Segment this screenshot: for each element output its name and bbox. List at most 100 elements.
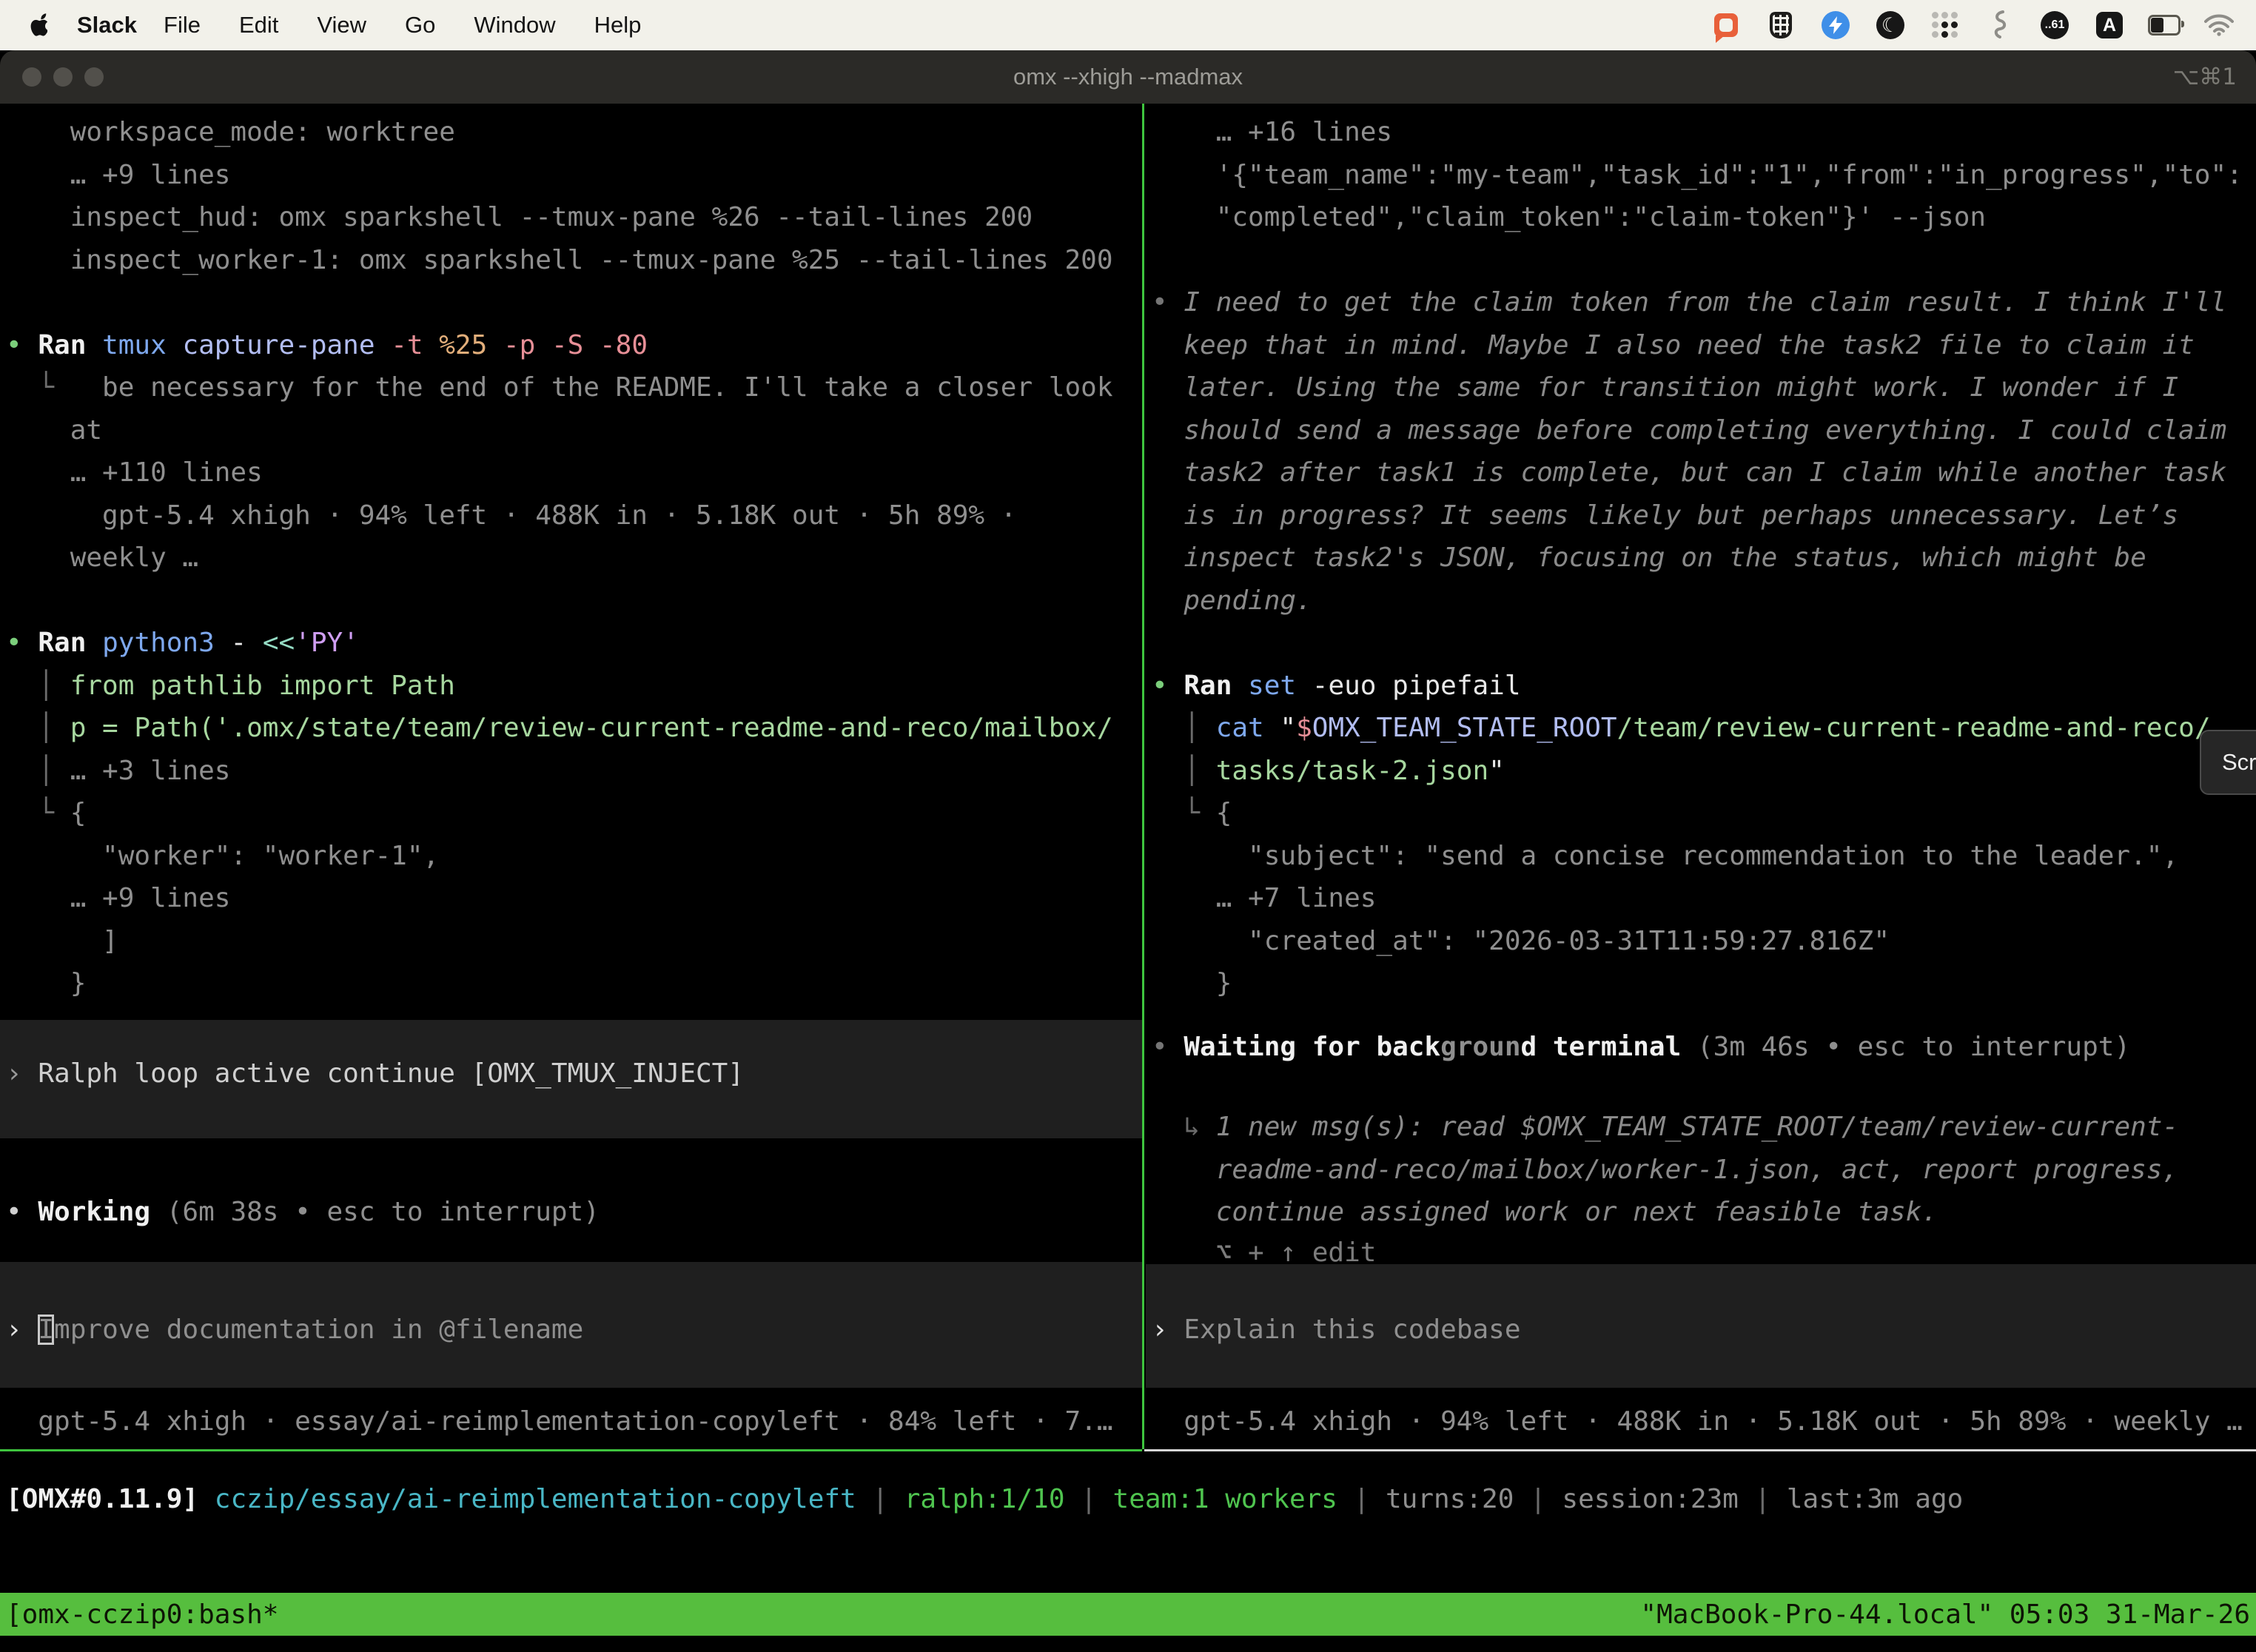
text-segment: ›	[1152, 1314, 1184, 1345]
wifi-icon[interactable]	[2203, 9, 2235, 41]
text-segment: }	[1152, 968, 1232, 998]
text-segment: Ran	[38, 330, 102, 360]
text-segment: OMX_TEAM_STATE_ROOT	[1312, 713, 1617, 743]
terminal-line: }	[6, 967, 86, 1001]
text-segment: •	[1152, 1032, 1184, 1062]
text-segment: pending.	[1152, 585, 1312, 616]
terminal-line: [OMX#0.11.9] cczip/essay/ai-reimplementa…	[6, 1483, 1963, 1517]
terminal-line: • I need to get the claim token from the…	[1152, 286, 2226, 320]
prompt-input-left[interactable]: › Improve documentation in @filename	[0, 1262, 1142, 1388]
prompt-input-right[interactable]: › Explain this codebase	[1146, 1264, 2256, 1388]
screen: { "menu_bar": { "app_name": "Slack", "it…	[0, 0, 2256, 1652]
text-segment: •	[6, 330, 38, 360]
text-segment: inspect_worker-1: omx sparkshell --tmux-…	[6, 245, 1113, 275]
text-segment: }	[6, 968, 86, 998]
terminal-line: ]	[6, 924, 118, 958]
dots-grid-icon[interactable]	[1929, 9, 1961, 41]
menu-item-help[interactable]: Help	[575, 12, 661, 38]
text-segment: •	[6, 1197, 38, 1227]
text-segment: from pathlib import Path	[70, 671, 455, 701]
text-segment: └	[6, 798, 70, 828]
squiggle-icon[interactable]	[1984, 9, 2016, 41]
text-segment: Ran	[1184, 671, 1248, 701]
text-segment: mprove documentation in @filename	[54, 1314, 583, 1345]
active-app-name[interactable]: Slack	[77, 12, 137, 38]
terminal-line: └ {	[1152, 796, 1232, 830]
terminal-line: gpt-5.4 xhigh · 94% left · 488K in · 5.1…	[1152, 1405, 2243, 1439]
window-title-bar[interactable]: omx --xhigh --madmax ⌥⌘1	[0, 50, 2256, 104]
terminal-line: … +9 lines	[6, 158, 230, 192]
text-segment: ↳	[1152, 1112, 1216, 1142]
terminal-line: keep that in mind. Maybe I also need the…	[1152, 329, 2195, 363]
terminal-line: › Explain this codebase	[1152, 1313, 1521, 1347]
terminal-line: … +9 lines	[6, 882, 230, 916]
terminal-line: … +110 lines	[6, 456, 263, 490]
menu-item-window[interactable]: Window	[454, 12, 574, 38]
terminal-line: gpt-5.4 xhigh · 94% left · 488K in · 5.1…	[6, 499, 1016, 533]
text-segment: └	[1152, 798, 1216, 828]
window-title: omx --xhigh --madmax	[0, 64, 2256, 90]
text-segment: python3	[102, 628, 230, 658]
text-segment: "	[1488, 756, 1505, 786]
apple-menu-icon[interactable]	[28, 13, 47, 37]
text-segment: cat	[1216, 713, 1280, 743]
terminal-line: … +7 lines	[1152, 882, 1376, 916]
text-segment: ⌥ + ↑ edit	[1152, 1238, 1376, 1268]
text-segment: groun	[1440, 1032, 1520, 1062]
text-segment: last:3m ago	[1787, 1484, 1963, 1514]
menu-item-view[interactable]: View	[298, 12, 386, 38]
terminal-line: • Ran tmux capture-pane -t %25 -p -S -80	[6, 329, 648, 363]
text-segment: gpt-5.4 xhigh · 94% left · 488K in · 5.1…	[1152, 1406, 2243, 1437]
terminal-window: workspace_mode: worktree … +9 lines insp…	[0, 0, 2256, 1652]
status-icons: ☾ ..61 A	[1710, 9, 2235, 41]
moon-circle-icon[interactable]: ☾	[1874, 9, 1907, 41]
text-segment: inspect task2's JSON, focusing on the st…	[1152, 543, 2146, 573]
text-segment: p = Path('.omx/state/team/review-current…	[70, 713, 1113, 743]
text-segment: Ran	[38, 628, 102, 658]
terminal-line: │ cat "$OMX_TEAM_STATE_ROOT/team/review-…	[1152, 711, 2211, 745]
terminal-line: │ from pathlib import Path	[6, 669, 455, 703]
text-segment: be necessary for the end of the README. …	[102, 372, 1112, 403]
terminal-line: workspace_mode: worktree	[6, 115, 455, 150]
terminal-line: "created_at": "2026-03-31T11:59:27.816Z"	[1152, 924, 1890, 958]
blue-bolt-icon[interactable]	[1819, 9, 1852, 41]
a-app-icon[interactable]: A	[2093, 9, 2126, 41]
text-segment: "created_at": "2026-03-31T11:59:27.816Z"	[1152, 926, 1890, 956]
text-segment: session:23m	[1562, 1484, 1738, 1514]
percent-badge[interactable]: ..61	[2038, 9, 2071, 41]
text-segment: '{"team_name":"my-team","task_id":"1","f…	[1152, 160, 2243, 190]
text-segment: weekly …	[6, 543, 198, 573]
text-segment: •	[6, 628, 38, 658]
menu-item-edit[interactable]: Edit	[220, 12, 298, 38]
terminal-line: │ … +3 lines	[6, 754, 230, 788]
menu-item-go[interactable]: Go	[386, 12, 454, 38]
text-segment: cczip/essay/ai-reimplementation-copyleft	[215, 1484, 856, 1514]
text-segment: -p -S -80	[503, 330, 648, 360]
shield-grid-icon[interactable]	[1765, 9, 1797, 41]
terminal-line: … +16 lines	[1152, 115, 1392, 150]
terminal-line: task2 after task1 is complete, but can I…	[1152, 456, 2226, 490]
text-segment: ralph:1/10	[904, 1484, 1065, 1514]
text-segment: -euo pipefail	[1312, 671, 1521, 701]
text-segment: ]	[6, 926, 118, 956]
text-segment: └	[6, 372, 102, 403]
text-segment: turns:20	[1386, 1484, 1514, 1514]
terminal-line: gpt-5.4 xhigh · essay/ai-reimplementatio…	[6, 1405, 1113, 1439]
text-segment: readme-and-reco/mailbox/worker-1.json, a…	[1152, 1155, 2178, 1185]
left-pane-border	[0, 1449, 1142, 1451]
slack-badge-icon[interactable]	[1710, 9, 1742, 41]
terminal-line: • Waiting for background terminal (3m 46…	[1152, 1030, 2130, 1064]
text-segment: •	[1152, 671, 1184, 701]
battery-icon[interactable]	[2148, 9, 2181, 41]
text-segment: … +7 lines	[1152, 883, 1376, 913]
text-segment: … +3 lines	[70, 756, 231, 786]
text-segment: |	[1739, 1484, 1787, 1514]
text-segment: I need to get the claim token from the c…	[1184, 287, 2226, 318]
text-segment: … +9 lines	[6, 883, 230, 913]
terminal-line: ↳ 1 new msg(s): read $OMX_TEAM_STATE_ROO…	[1152, 1110, 2178, 1144]
text-segment: │	[6, 713, 70, 743]
pane-divider[interactable]	[1142, 104, 1144, 1449]
menu-item-file[interactable]: File	[144, 12, 220, 38]
text-segment: <<	[263, 628, 295, 658]
text-segment: continue assigned work or next feasible …	[1152, 1197, 1938, 1227]
